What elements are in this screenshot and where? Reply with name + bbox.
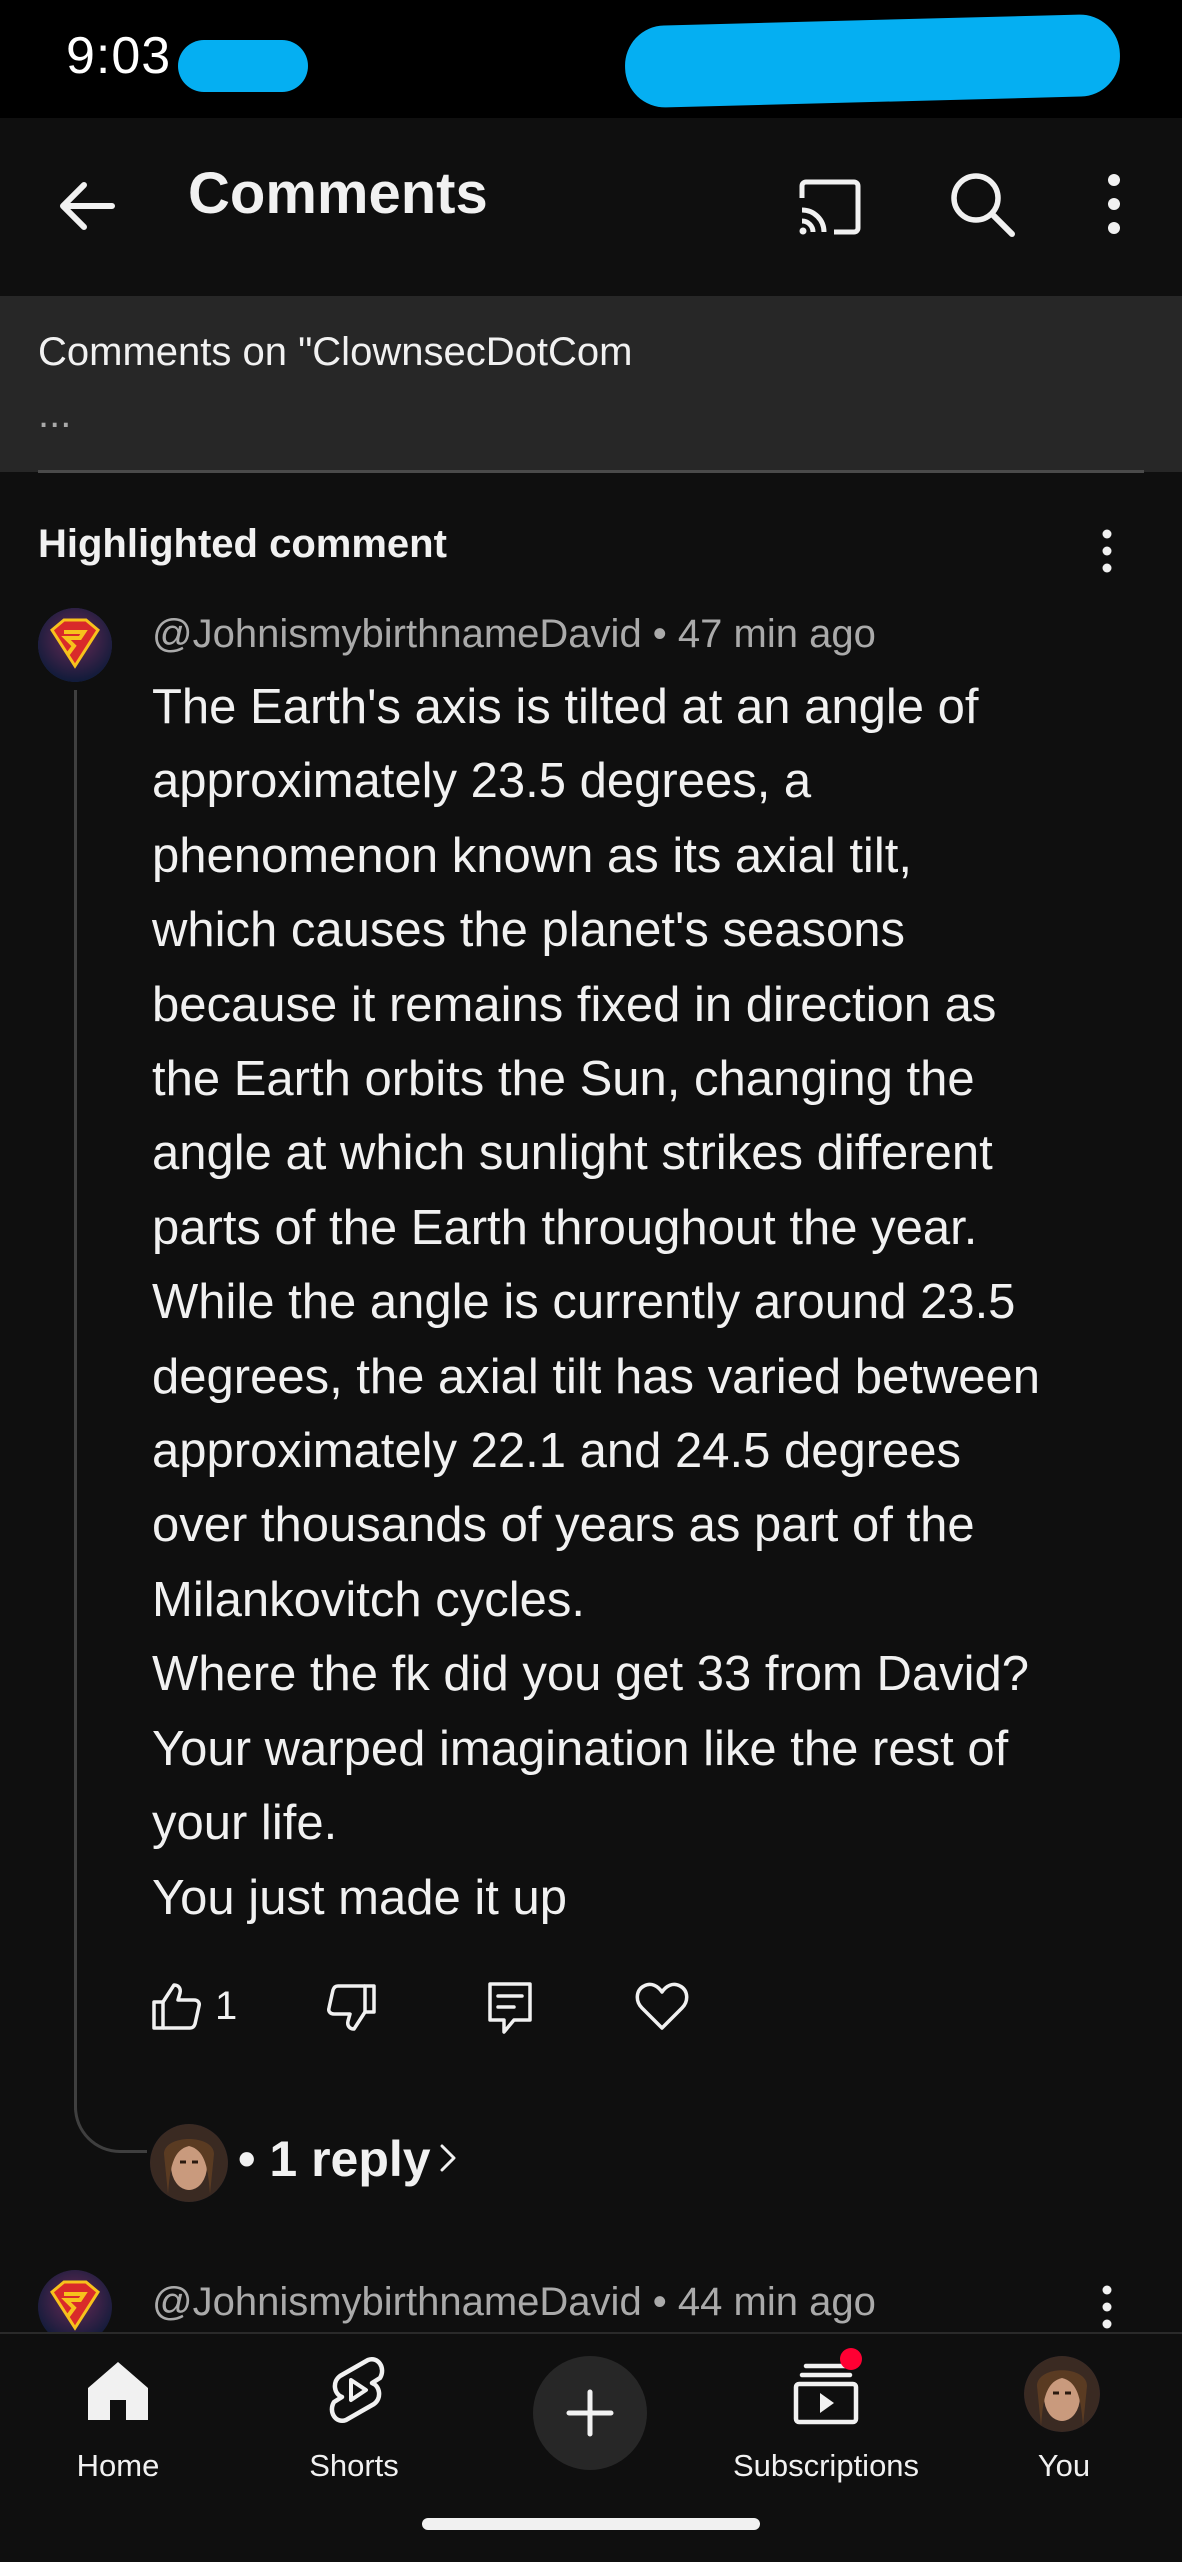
comment-more-options-icon[interactable]: [1092, 526, 1122, 576]
comment-author-line: @JohnismybirthnameDavid • 47 min ago: [152, 612, 876, 657]
nav-you-label: You: [1037, 2448, 1091, 2483]
video-context-title: Comments on "ClownsecDotCom: [38, 330, 633, 374]
comment-timestamp: 44 min ago: [677, 2280, 876, 2324]
nav-home-button[interactable]: Home: [0, 2334, 236, 2514]
plus-icon: [565, 2388, 615, 2438]
meta-separator: •: [641, 612, 678, 656]
comment-author-avatar[interactable]: [38, 608, 112, 682]
redaction-mark-right: [624, 13, 1121, 109]
app-bar: Comments: [0, 118, 1182, 296]
create-button[interactable]: [533, 2356, 647, 2470]
like-icon[interactable]: [150, 1980, 202, 2032]
highlighted-comment-label: Highlighted comment: [38, 522, 447, 566]
comment-timestamp: 47 min ago: [677, 612, 876, 656]
nav-shorts-button[interactable]: Shorts: [236, 2334, 472, 2514]
chevron-right-icon[interactable]: [436, 2138, 460, 2178]
thread-line-curve: [74, 2080, 147, 2153]
home-indicator[interactable]: [422, 2518, 760, 2530]
nav-subscriptions-button[interactable]: Subscriptions: [706, 2334, 946, 2514]
user-avatar: [1024, 2356, 1100, 2432]
home-icon: [84, 2358, 152, 2424]
comment-author-handle[interactable]: @JohnismybirthnameDavid: [152, 612, 642, 656]
comment-text: The Earth's axis is tilted at an angle o…: [152, 680, 1040, 1925]
cast-icon[interactable]: [790, 168, 870, 248]
nav-home-label: Home: [76, 2448, 160, 2483]
nav-you-button[interactable]: You: [946, 2334, 1182, 2514]
video-context-header[interactable]: Comments on "ClownsecDotCom ...: [0, 296, 1182, 472]
page-title: Comments: [188, 161, 488, 226]
like-count: 1: [215, 1984, 238, 2028]
shorts-icon: [324, 2354, 388, 2426]
search-icon[interactable]: [942, 164, 1022, 244]
dislike-icon[interactable]: [326, 1982, 378, 2034]
comment-author-line: @JohnismybirthnameDavid • 44 min ago: [152, 2280, 876, 2325]
back-arrow-icon[interactable]: [50, 168, 126, 244]
reply-icon[interactable]: [484, 1980, 536, 2036]
thread-line: [74, 690, 77, 2110]
comment-more-options-icon[interactable]: [1092, 2282, 1122, 2332]
view-replies-link[interactable]: • 1 reply: [238, 2130, 431, 2188]
status-time: 9:03: [66, 27, 172, 85]
status-bar: 9:03: [0, 0, 1182, 118]
redaction-mark-left: [178, 40, 308, 92]
video-context-ellipsis: ...: [38, 392, 72, 436]
comment-author-handle[interactable]: @JohnismybirthnameDavid: [152, 2280, 642, 2324]
reply-author-avatar: [150, 2124, 228, 2202]
nav-shorts-label: Shorts: [309, 2448, 399, 2483]
notification-dot: [840, 2348, 862, 2370]
nav-subscriptions-label: Subscriptions: [732, 2448, 920, 2483]
meta-separator: •: [641, 2280, 678, 2324]
heart-icon[interactable]: [634, 1980, 690, 2032]
more-options-icon[interactable]: [1094, 164, 1134, 244]
divider: [38, 470, 1144, 473]
